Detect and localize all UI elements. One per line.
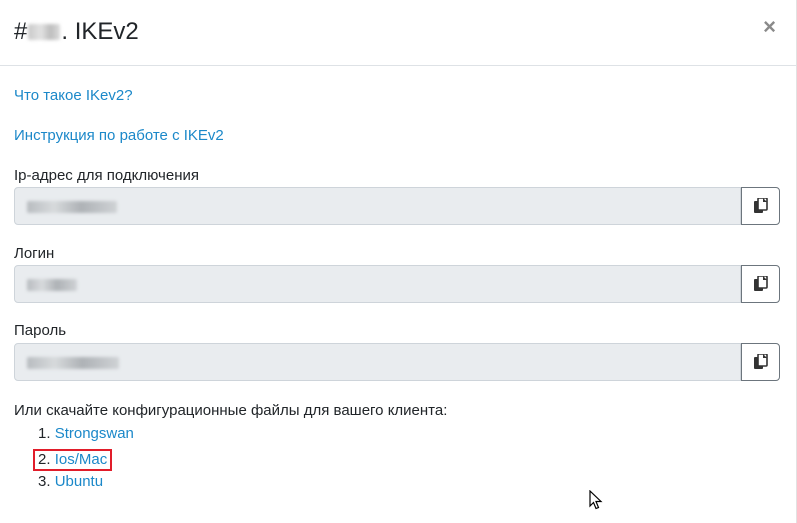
list-item-number: 2. — [38, 451, 51, 468]
instruction-link[interactable]: Инструкция по работе с IKEv2 — [14, 127, 224, 144]
ubuntu-link[interactable]: Ubuntu — [55, 473, 103, 490]
list-item-number: 1. — [38, 425, 51, 442]
ip-address-group — [14, 187, 780, 225]
strongswan-link[interactable]: Strongswan — [55, 425, 134, 442]
copy-password-button[interactable] — [741, 343, 780, 381]
ip-address-field[interactable] — [14, 187, 741, 225]
modal-header: # . IKEv2 × — [0, 0, 796, 66]
login-field[interactable] — [14, 265, 741, 303]
download-list: 1. Strongswan 2. Ios/Mac 3. Ubuntu — [33, 425, 134, 497]
title-suffix: . IKEv2 — [61, 18, 139, 45]
highlight-box: 2. Ios/Mac — [33, 449, 113, 471]
login-value-blurred — [27, 279, 77, 291]
copy-login-button[interactable] — [741, 265, 780, 303]
ip-address-label: Ip-адрес для подключения — [14, 167, 199, 184]
list-item-number: 3. — [38, 473, 51, 490]
title-prefix: # — [14, 18, 28, 45]
list-item: 2. Ios/Mac — [33, 449, 134, 473]
blurred-account-id — [28, 24, 61, 40]
ip-address-value-blurred — [27, 201, 117, 213]
modal-title: # . IKEv2 — [14, 18, 139, 46]
list-item: 1. Strongswan — [38, 425, 134, 449]
ios-mac-link[interactable]: Ios/Mac — [55, 451, 108, 468]
password-value-blurred — [27, 357, 119, 369]
copy-icon — [753, 276, 768, 291]
close-button[interactable]: × — [763, 16, 776, 38]
login-group — [14, 265, 780, 303]
password-field[interactable] — [14, 343, 741, 381]
copy-icon — [753, 354, 768, 369]
login-label: Логин — [14, 245, 55, 262]
list-item: 3. Ubuntu — [38, 473, 134, 497]
what-is-ikev2-link[interactable]: Что такое IKev2? — [14, 87, 133, 104]
copy-icon — [753, 198, 768, 213]
password-group — [14, 343, 780, 381]
mouse-cursor-icon — [589, 490, 603, 510]
copy-ip-button[interactable] — [741, 187, 780, 225]
password-label: Пароль — [14, 322, 67, 339]
download-instructions: Или скачайте конфигурационные файлы для … — [14, 402, 448, 419]
ikev2-modal: # . IKEv2 × Что такое IKev2? Инструкция … — [0, 0, 797, 523]
